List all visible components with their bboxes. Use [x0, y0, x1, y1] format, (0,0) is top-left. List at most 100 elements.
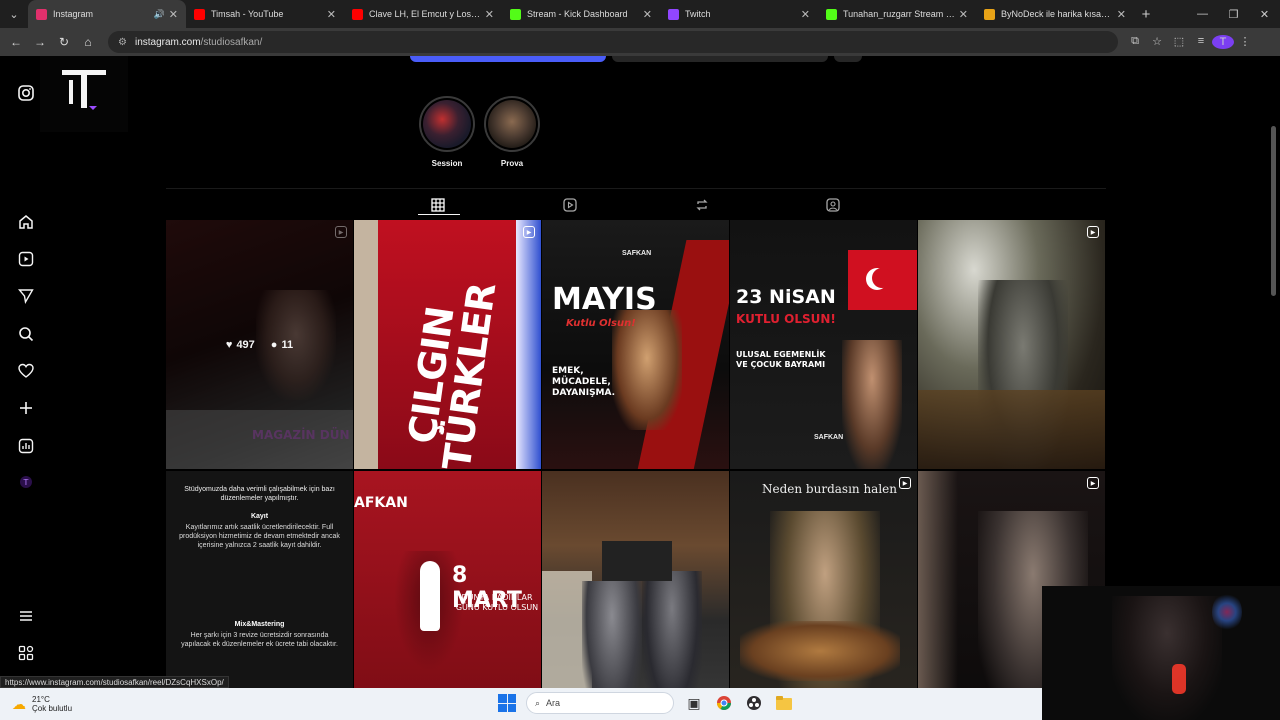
browser-menu-icon[interactable]: ⋮: [1234, 35, 1256, 49]
tab-close-icon[interactable]: ✕: [485, 8, 494, 21]
dashboard-chart-icon[interactable]: [16, 436, 36, 456]
home-icon[interactable]: ⌂: [76, 35, 100, 49]
post-section-title: Mix&Mastering: [234, 621, 285, 628]
media-controls-icon[interactable]: ≡: [1190, 35, 1212, 49]
weather-desc: Çok bulutlu: [32, 704, 73, 713]
close-window-icon[interactable]: ✕: [1249, 8, 1280, 21]
message-button-edge[interactable]: [612, 56, 828, 62]
post-subtitle: ULUSAL EGEMENLİK VE ÇOCUK BAYRAMI: [736, 350, 826, 369]
browser-tabbar: ⌄ Instagram 🔊 ✕ Timsah - YouTube ✕ Clave LH, …: [0, 0, 1280, 28]
url-host: instagram.com: [134, 36, 201, 48]
site-info-icon[interactable]: ⚙: [118, 37, 127, 48]
file-explorer-icon[interactable]: [774, 693, 794, 713]
tab-favicon-icon: [826, 8, 837, 20]
browser-tab[interactable]: Timsah - YouTube ✕: [186, 0, 344, 28]
tab-close-icon[interactable]: ✕: [959, 8, 968, 21]
obs-icon[interactable]: [744, 693, 764, 713]
browser-tab[interactable]: Instagram 🔊 ✕: [28, 0, 186, 28]
messages-nav-icon[interactable]: [16, 286, 36, 306]
tab-search-chevron-icon[interactable]: ⌄: [0, 0, 28, 28]
browser-tab[interactable]: Stream - Kick Dashboard ✕: [502, 0, 660, 28]
follow-button-edge[interactable]: [410, 56, 606, 62]
address-bar[interactable]: ⚙ instagram.com/studiosafkan/: [108, 31, 1118, 53]
tab-favicon-icon: [510, 8, 521, 20]
home-nav-icon[interactable]: [16, 212, 36, 232]
chrome-icon[interactable]: [714, 693, 734, 713]
tab-close-icon[interactable]: ✕: [643, 8, 652, 21]
browser-tab[interactable]: Twitch ✕: [660, 0, 818, 28]
browser-tab[interactable]: Clave LH, El Emcut y Los Primos ✕: [344, 0, 502, 28]
browser-toolbar: ← → ↻ ⌂ ⚙ instagram.com/studiosafkan/ ⧉ …: [0, 28, 1280, 56]
tab-favicon-icon: [352, 8, 363, 20]
cast-icon[interactable]: ⧉: [1124, 35, 1146, 49]
tab-close-icon[interactable]: ✕: [1117, 8, 1126, 21]
post-tile[interactable]: SAFKAN MAYIS Kutlu Olsun! EMEK, MÜCADELE…: [542, 220, 729, 469]
post-section-title: Kayıt: [250, 513, 269, 520]
more-button-edge[interactable]: [834, 56, 862, 62]
reload-icon[interactable]: ↻: [52, 35, 76, 49]
reels-nav-icon[interactable]: [16, 249, 36, 269]
post-title: MAYIS: [552, 282, 657, 317]
post-subtitle: EMEK, MÜCADELE, DAYANIŞMA.: [552, 366, 616, 398]
tab-reposts-icon[interactable]: [692, 195, 712, 215]
post-brand: SAFKAN: [622, 250, 652, 257]
tab-close-icon[interactable]: ✕: [169, 8, 178, 21]
profile-avatar[interactable]: T: [1212, 35, 1234, 49]
post-tile[interactable]: Neden burdasın halen ▶: [730, 471, 917, 688]
reel-icon: ▶: [523, 226, 535, 238]
search-nav-icon[interactable]: [16, 324, 36, 344]
tab-reels-icon[interactable]: [560, 195, 580, 215]
restore-icon[interactable]: ❐: [1218, 8, 1249, 21]
windows-taskbar: ☁ 21°C Çok bulutlu ⌕ Ara ▣: [0, 688, 1042, 720]
highlight-prova[interactable]: Prova: [484, 96, 540, 168]
post-script: KUTLU OLSUN!: [736, 312, 836, 326]
bookmark-star-icon[interactable]: ☆: [1146, 35, 1168, 49]
post-hover-stats: ♥ 497 ● 11: [166, 220, 353, 469]
back-icon[interactable]: ←: [4, 35, 28, 49]
active-tab-indicator: [418, 214, 460, 215]
browser-tab[interactable]: ByNoDeck ile harika kısayollar ✕: [976, 0, 1134, 28]
minimize-icon[interactable]: —: [1187, 8, 1218, 20]
tab-title: ByNoDeck ile harika kısayollar: [1001, 9, 1113, 19]
highlight-label: Session: [431, 159, 463, 168]
tab-favicon-icon: [984, 8, 995, 20]
start-windows-icon[interactable]: [498, 694, 516, 712]
post-tile[interactable]: ▶: [918, 220, 1105, 469]
tab-favicon-icon: [668, 8, 679, 20]
more-menu-icon[interactable]: [16, 606, 36, 626]
instagram-logo-icon[interactable]: [16, 83, 36, 103]
post-brand: SAFKAN: [814, 434, 844, 441]
tab-close-icon[interactable]: ✕: [801, 8, 810, 21]
reel-icon: ▶: [1087, 477, 1099, 489]
tab-close-icon[interactable]: ✕: [327, 8, 336, 21]
window-controls: — ❐ ✕: [1187, 0, 1280, 28]
create-plus-icon[interactable]: [16, 398, 36, 418]
new-tab-button[interactable]: +: [1134, 6, 1158, 23]
highlight-session[interactable]: Session: [419, 96, 475, 168]
likes-count: ♥ 497: [225, 338, 255, 351]
forward-icon[interactable]: →: [28, 35, 52, 49]
tab-posts-grid-icon[interactable]: [428, 195, 448, 215]
extensions-icon[interactable]: ⬚: [1168, 35, 1190, 49]
tab-audio-icon[interactable]: 🔊: [154, 9, 165, 20]
post-tile[interactable]: MAGAZİN DÜN ♥ 497 ● 11 ▶: [166, 220, 353, 469]
task-view-icon[interactable]: ▣: [684, 693, 704, 713]
page-scrollbar[interactable]: [1271, 126, 1276, 296]
taskbar-search[interactable]: ⌕ Ara: [526, 692, 674, 714]
notifications-heart-icon[interactable]: [16, 361, 36, 381]
post-tile[interactable]: ÇILGIN TÜRKLER ▶: [354, 220, 541, 469]
post-body: Kayıtlarımız artık saatlik ücretlendiril…: [179, 524, 340, 549]
tab-tagged-icon[interactable]: [823, 195, 843, 215]
weather-temp: 21°C: [32, 695, 50, 704]
post-tile[interactable]: Stüdyomuzda daha verimli çalışabilmek iç…: [166, 471, 353, 688]
post-tile[interactable]: 23 NiSAN KUTLU OLSUN! ULUSAL EGEMENLİK V…: [730, 220, 917, 469]
browser-tab[interactable]: Tunahan_ruzgarr Stream - Watch ✕: [818, 0, 976, 28]
tab-title: Twitch: [685, 9, 711, 19]
tab-title: Clave LH, El Emcut y Los Primos: [369, 9, 481, 19]
also-from-meta-icon[interactable]: [16, 643, 36, 663]
profile-avatar-icon[interactable]: T: [16, 472, 36, 492]
weather-widget[interactable]: ☁ 21°C Çok bulutlu: [0, 695, 120, 713]
post-tile[interactable]: AFKAN 8 MART DÜNYA KADINLAR GÜNÜ KUTLU O…: [354, 471, 541, 688]
search-icon: ⌕: [535, 697, 541, 708]
post-tile[interactable]: [542, 471, 729, 688]
